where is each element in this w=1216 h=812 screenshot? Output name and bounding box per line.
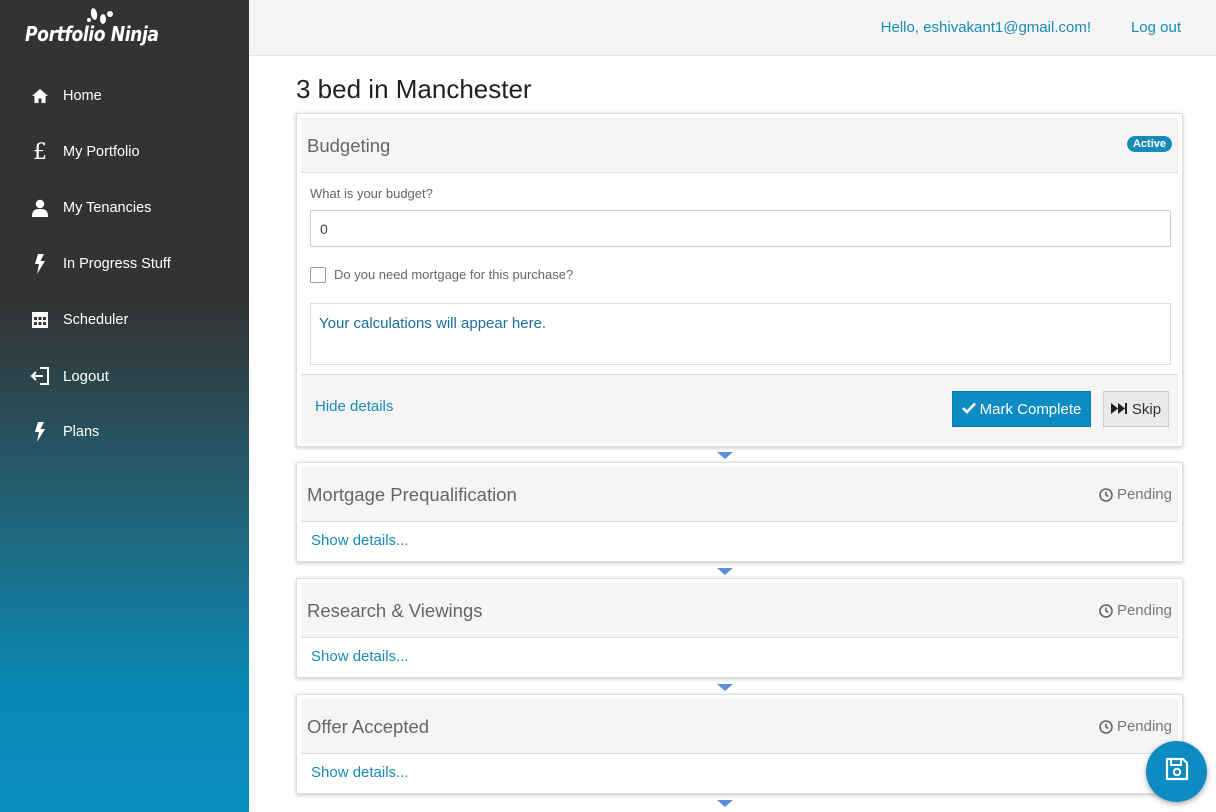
- step-card-research-viewings: Research & Viewings Pending Show details…: [296, 578, 1183, 678]
- clock-icon: [1099, 603, 1113, 618]
- portfolio-ninja-logo[interactable]: Portfolio Ninja: [25, 6, 159, 54]
- step-header[interactable]: Budgeting Active: [301, 118, 1178, 173]
- sidebar-item-in-progress-stuff[interactable]: In Progress Stuff: [0, 236, 249, 292]
- home-icon: [30, 86, 50, 106]
- sidebar-item-label: Home: [63, 88, 102, 104]
- bolt-icon: [30, 422, 50, 442]
- check-icon: [961, 401, 976, 418]
- step-connector-arrow: [717, 800, 733, 807]
- mortgage-checkbox[interactable]: [310, 267, 326, 283]
- status-pending: Pending: [1099, 602, 1172, 619]
- status-pending: Pending: [1099, 486, 1172, 503]
- calculations-box: Your calculations will appear here.: [310, 303, 1171, 365]
- status-text: Pending: [1116, 718, 1172, 735]
- top-bar: Hello, eshivakant1@gmail.com! Log out: [249, 0, 1216, 56]
- sidebar-item-scheduler[interactable]: Scheduler: [0, 292, 249, 348]
- sidebar-item-label: Scheduler: [63, 312, 129, 328]
- sidebar-item-label: My Portfolio: [63, 144, 140, 160]
- logo-text: Portfolio Ninja: [25, 22, 159, 46]
- step-card-mortgage-prequalification: Mortgage Prequalification Pending Show d…: [296, 462, 1183, 562]
- user-icon: [30, 198, 50, 218]
- skip-label: Skip: [1131, 400, 1162, 418]
- step-title: Budgeting: [307, 135, 391, 156]
- skip-button[interactable]: Skip: [1103, 391, 1169, 427]
- user-greeting-link[interactable]: Hello, eshivakant1@gmail.com!: [881, 19, 1091, 36]
- mortgage-label: Do you need mortgage for this purchase?: [334, 267, 574, 282]
- step-header[interactable]: Research & Viewings Pending: [301, 583, 1178, 638]
- mark-complete-button[interactable]: Mark Complete: [952, 391, 1091, 427]
- sidebar-item-plans[interactable]: Plans: [0, 404, 249, 460]
- clock-icon: [1099, 487, 1113, 502]
- fast-forward-icon: [1110, 401, 1127, 418]
- calculations-text: Your calculations will appear here.: [319, 315, 547, 332]
- status-text: Pending: [1116, 486, 1172, 503]
- show-details-link[interactable]: Show details...: [311, 648, 409, 665]
- sidebar-item-label: Plans: [63, 424, 100, 440]
- calendar-icon: [30, 310, 50, 330]
- step-card-budgeting: Budgeting Active What is your budget? Do…: [296, 113, 1183, 447]
- step-connector-arrow: [717, 684, 733, 691]
- show-details-link[interactable]: Show details...: [311, 532, 409, 549]
- sidebar-item-label: In Progress Stuff: [63, 256, 171, 272]
- sign-out-icon: [30, 366, 50, 386]
- sidebar-item-logout[interactable]: Logout: [0, 348, 249, 404]
- step-connector-arrow: [717, 452, 733, 459]
- sidebar-item-home[interactable]: Home: [0, 68, 249, 124]
- budget-input[interactable]: [310, 210, 1171, 247]
- sidebar-item-my-tenancies[interactable]: My Tenancies: [0, 180, 249, 236]
- status-text: Pending: [1116, 602, 1172, 619]
- hide-details-link[interactable]: Hide details: [315, 398, 393, 415]
- status-badge: Active: [1126, 136, 1172, 152]
- pound-icon: £: [33, 139, 47, 165]
- status-pending: Pending: [1099, 718, 1172, 735]
- step-connector-arrow: [717, 568, 733, 575]
- sidebar-item-label: My Tenancies: [63, 200, 152, 216]
- step-title: Mortgage Prequalification: [307, 484, 517, 505]
- floppy-disk-icon: [1165, 757, 1189, 786]
- step-header[interactable]: Offer Accepted Pending: [301, 699, 1178, 754]
- sidebar-item-label: Logout: [63, 367, 109, 385]
- show-details-link[interactable]: Show details...: [311, 764, 409, 781]
- log-out-link[interactable]: Log out: [1131, 19, 1181, 36]
- mark-complete-label: Mark Complete: [979, 400, 1082, 418]
- budget-label: What is your budget?: [310, 186, 433, 201]
- step-header[interactable]: Mortgage Prequalification Pending: [301, 467, 1178, 522]
- sidebar-item-my-portfolio[interactable]: £ My Portfolio: [0, 124, 249, 180]
- bolt-icon: [30, 254, 50, 274]
- step-title: Research & Viewings: [307, 600, 483, 621]
- step-footer: Hide details Mark Complete Skip: [301, 374, 1178, 443]
- sidebar: Portfolio Ninja Home £ My Portfolio My T…: [0, 0, 249, 812]
- step-card-offer-accepted: Offer Accepted Pending Show details...: [296, 694, 1183, 794]
- step-title: Offer Accepted: [307, 716, 430, 737]
- page-title: 3 bed in Manchester: [296, 74, 532, 104]
- clock-icon: [1099, 719, 1113, 734]
- save-button[interactable]: [1146, 741, 1207, 802]
